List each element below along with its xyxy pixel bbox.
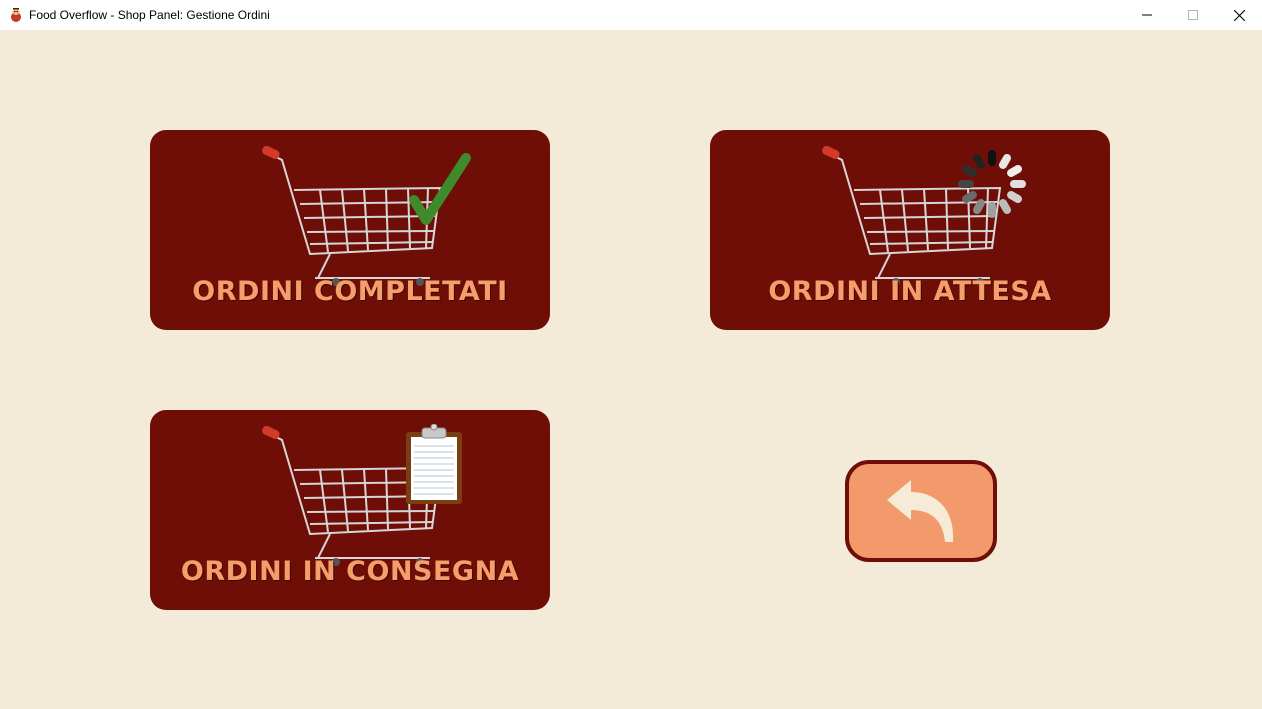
orders-completed-button[interactable]: ORDINI COMPLETATI [150,130,550,330]
back-button[interactable] [845,460,997,562]
maximize-button[interactable] [1170,0,1216,30]
back-arrow-icon [887,480,954,542]
orders-delivery-label: ORDINI IN CONSEGNA [180,556,520,587]
close-button[interactable] [1216,0,1262,30]
cart-loading-icon [822,145,1026,286]
cart-clipboard-icon [262,424,462,566]
close-icon [1233,9,1245,21]
window-controls [1124,0,1262,30]
window-title: Food Overflow - Shop Panel: Gestione Ord… [29,8,270,22]
minimize-icon [1142,14,1152,16]
orders-pending-label: ORDINI IN ATTESA [768,276,1052,307]
orders-completed-label: ORDINI COMPLETATI [192,276,508,307]
maximize-icon [1188,10,1198,20]
orders-delivery-button[interactable]: ORDINI IN CONSEGNA [150,410,550,610]
orders-pending-button[interactable]: ORDINI IN ATTESA [710,130,1110,330]
cart-checkmark-icon [262,145,471,286]
title-bar: Food Overflow - Shop Panel: Gestione Ord… [0,0,1262,30]
minimize-button[interactable] [1124,0,1170,30]
clipboard-icon [406,424,462,504]
app-window: Food Overflow - Shop Panel: Gestione Ord… [0,0,1262,709]
food-overflow-logo-icon [8,7,24,23]
